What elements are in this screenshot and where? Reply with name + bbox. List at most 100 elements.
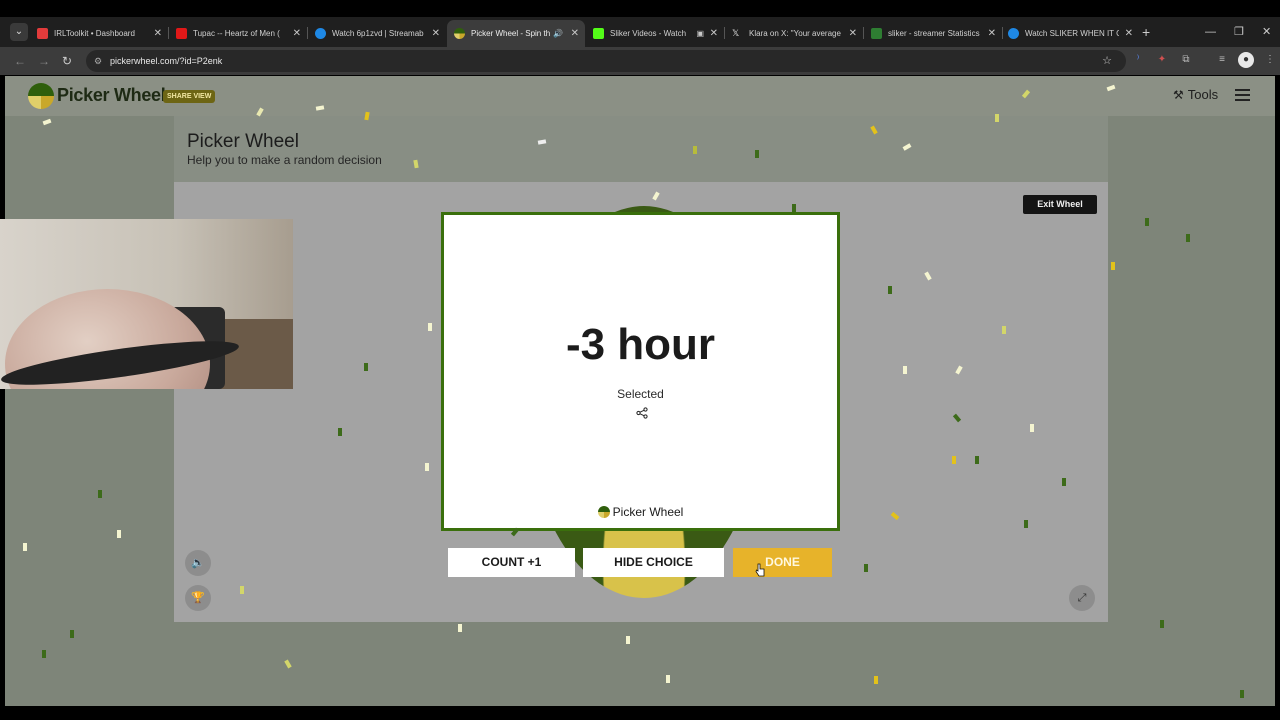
confetti-piece <box>425 463 429 471</box>
stats-favicon-icon <box>871 28 882 39</box>
close-tab-icon[interactable]: ✕ <box>1125 20 1133 47</box>
minimize-icon[interactable]: — <box>1205 20 1216 44</box>
picker-wheel-favicon-icon <box>454 28 465 39</box>
site-info-icon[interactable]: ⚙ <box>94 50 102 72</box>
page-title: Picker Wheel <box>187 131 299 152</box>
address-bar[interactable]: ⚙ pickerwheel.com/?id=P2enk ☆ <box>86 50 1126 72</box>
confetti-piece <box>1062 478 1066 486</box>
screen: ⌄ IRLToolkit • Dashboard ✕ Tupac -- Hear… <box>0 0 1280 720</box>
modal-brand: Picker Wheel <box>444 505 837 519</box>
webcam-overlay <box>0 219 293 389</box>
url-text: pickerwheel.com/?id=P2enk <box>110 56 223 66</box>
browser-tab[interactable]: Watch SLIKER WHEN IT C ✕ <box>1001 20 1139 47</box>
confetti-piece <box>1160 620 1164 628</box>
browser-tab[interactable]: IRLToolkit • Dashboard ✕ <box>30 20 168 47</box>
restore-window-icon[interactable]: ❐ <box>1234 20 1244 44</box>
site-logo-text[interactable]: Picker Wheel <box>57 85 166 106</box>
browser-tab[interactable]: sliker - streamer Statistics ✕ <box>864 20 1002 47</box>
confetti-piece <box>117 530 121 538</box>
bottom-letterbox <box>0 706 1280 720</box>
fullscreen-expand-icon[interactable]: ⤢ <box>1069 585 1095 611</box>
confetti-piece <box>42 650 46 658</box>
picker-wheel-logo-icon <box>597 506 610 518</box>
speaker-icon[interactable]: 🔊 <box>553 20 563 47</box>
browser-toolbar: ← → ↻ ⚙ pickerwheel.com/?id=P2enk ☆ ⁾ ✦ … <box>0 47 1280 75</box>
confetti-piece <box>1024 520 1028 528</box>
confetti-piece <box>240 586 244 594</box>
bookmark-star-icon[interactable]: ☆ <box>1102 50 1112 72</box>
share-view-badge: SHARE VIEW <box>163 90 216 103</box>
tab-title: Tupac -- Heartz of Men ( <box>193 29 280 38</box>
confetti-piece <box>70 630 74 638</box>
tab-title: Watch 6p1zvd | Streamab <box>332 29 424 38</box>
confetti-piece <box>428 323 432 331</box>
confetti-piece <box>792 204 796 212</box>
back-arrow-icon[interactable]: ← <box>14 47 26 75</box>
close-tab-icon[interactable]: ✕ <box>849 20 857 47</box>
profile-avatar[interactable]: ● <box>1238 52 1254 68</box>
hammer-icon: ⚒ <box>1173 88 1184 102</box>
page-subtitle: Help you to make a random decision <box>187 153 382 167</box>
kebab-menu-icon[interactable]: ⋮ <box>1262 52 1278 68</box>
selected-result: -3 hour <box>565 320 716 369</box>
tab-title: Picker Wheel - Spin th <box>471 29 551 38</box>
confetti-piece <box>666 675 670 683</box>
site-header: Picker Wheel SHARE VIEW ⚒ Tools <box>5 76 1275 116</box>
close-tab-icon[interactable]: ✕ <box>154 20 162 47</box>
confetti-piece <box>23 543 27 551</box>
confetti-piece <box>98 490 102 498</box>
extension-icon[interactable]: ⁾ <box>1130 52 1146 68</box>
extensions-puzzle-icon[interactable]: ⧉ <box>1178 52 1194 68</box>
confetti-piece <box>364 363 368 371</box>
exit-wheel-button[interactable]: Exit Wheel <box>1023 195 1097 214</box>
confetti-piece <box>338 428 342 436</box>
favicon-icon <box>37 28 48 39</box>
sound-toggle-icon[interactable]: 🔈 <box>185 550 211 576</box>
browser-tab-strip: ⌄ IRLToolkit • Dashboard ✕ Tupac -- Hear… <box>0 17 1280 47</box>
media-control-icon[interactable]: ≡ <box>1214 52 1230 68</box>
x-favicon-icon: 𝕏 <box>732 28 740 38</box>
close-tab-icon[interactable]: ✕ <box>293 20 301 47</box>
close-tab-icon[interactable]: ✕ <box>988 20 996 47</box>
confetti-piece <box>952 456 956 464</box>
browser-tab[interactable]: Tupac -- Heartz of Men ( ✕ <box>169 20 307 47</box>
close-tab-icon[interactable]: ✕ <box>571 20 579 47</box>
confetti-piece <box>874 676 878 684</box>
share-icon[interactable] <box>636 407 648 419</box>
done-button[interactable]: DONE <box>733 548 832 577</box>
hand-cursor-icon <box>755 563 765 577</box>
confetti-piece <box>888 286 892 294</box>
picture-in-picture-icon: ▣ <box>696 29 704 38</box>
streamable-favicon-icon <box>315 28 326 39</box>
reload-icon[interactable]: ↻ <box>62 47 72 75</box>
browser-tab[interactable]: Watch 6p1zvd | Streamab ✕ <box>308 20 446 47</box>
confetti-piece <box>1186 234 1190 242</box>
confetti-piece <box>1030 424 1034 432</box>
tab-title: Klara on X: "Your average <box>749 29 841 38</box>
new-tab-plus-icon[interactable]: + <box>1142 20 1150 44</box>
hide-choice-button[interactable]: HIDE CHOICE <box>583 548 724 577</box>
tab-title: sliker - streamer Statistics <box>888 29 980 38</box>
trophy-icon[interactable]: 🏆 <box>185 585 211 611</box>
browser-tab[interactable]: Sliker Videos - Watch ▣ ✕ <box>586 20 724 47</box>
tab-title: Sliker Videos - Watch <box>610 29 687 38</box>
close-tab-icon[interactable]: ✕ <box>432 20 440 47</box>
kick-favicon-icon <box>593 28 604 39</box>
confetti-piece <box>1111 262 1115 270</box>
hamburger-menu-icon[interactable] <box>1235 89 1250 101</box>
confetti-piece <box>755 150 759 158</box>
confetti-piece <box>1240 690 1244 698</box>
close-window-icon[interactable]: ✕ <box>1262 20 1271 44</box>
tab-search-chevron-icon[interactable]: ⌄ <box>10 23 28 41</box>
browser-tab[interactable]: 𝕏 Klara on X: "Your average ✕ <box>725 20 863 47</box>
count-plus-one-button[interactable]: COUNT +1 <box>448 548 575 577</box>
picker-wheel-logo-icon[interactable] <box>28 83 54 109</box>
confetti-piece <box>1002 326 1006 334</box>
confetti-piece <box>626 636 630 644</box>
modal-brand-text: Picker Wheel <box>612 505 684 519</box>
tools-menu[interactable]: ⚒ Tools <box>1173 87 1218 102</box>
close-tab-icon[interactable]: ✕ <box>710 20 718 47</box>
extension-icon[interactable]: ✦ <box>1154 52 1170 68</box>
forward-arrow-icon[interactable]: → <box>38 47 50 75</box>
browser-tab-active[interactable]: Picker Wheel - Spin th 🔊 ✕ <box>447 20 585 47</box>
